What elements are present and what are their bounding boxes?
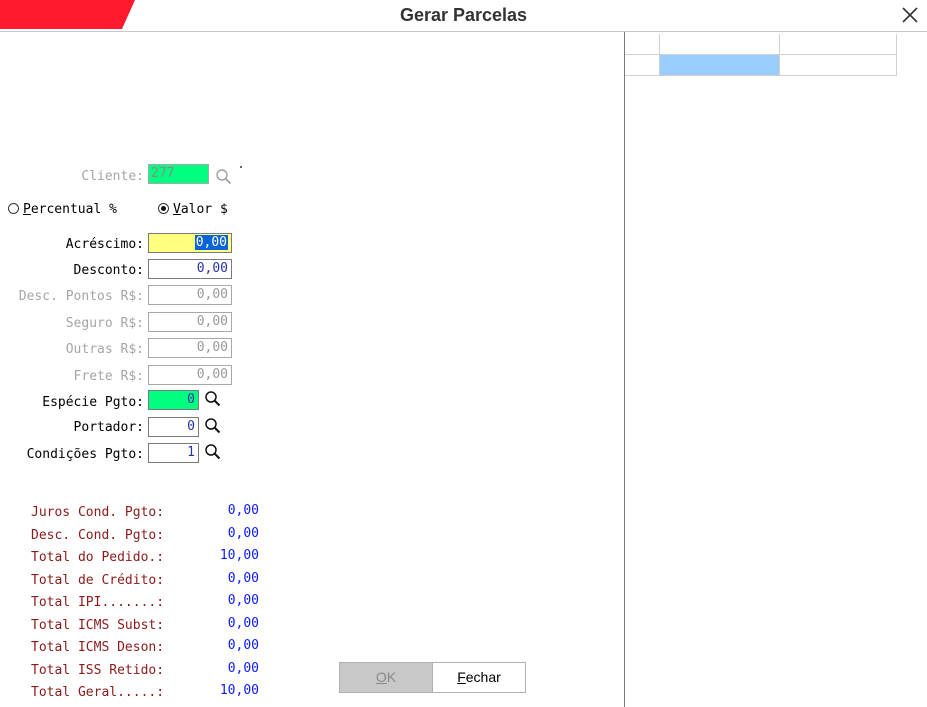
ok-hotkey: O <box>375 669 387 685</box>
grid-header-cell <box>660 34 780 55</box>
acrescimo-label: Acréscimo: <box>65 237 144 252</box>
radio-percentual-hotkey: P <box>23 202 31 217</box>
desconto-input[interactable]: 0,00 <box>148 259 232 279</box>
summary-value: 0,00 <box>227 526 259 541</box>
fechar-hotkey: F <box>457 669 466 685</box>
fechar-button[interactable]: Fechar <box>432 662 526 693</box>
grid-selected-cell[interactable] <box>660 55 780 76</box>
radio-percentual-label: ercentual % <box>30 202 117 217</box>
cliente-field: 277 <box>148 164 209 184</box>
search-icon <box>216 169 232 185</box>
search-icon[interactable] <box>204 443 222 461</box>
grid-header-cell <box>625 34 660 55</box>
ok-button[interactable]: OK <box>339 662 433 693</box>
summary-label: Total do Pedido.: <box>31 550 165 565</box>
ok-label: K <box>386 669 397 685</box>
search-icon[interactable] <box>204 390 222 408</box>
acrescimo-input[interactable]: 0,00 <box>148 233 232 253</box>
especie-label: Espécie Pgto: <box>42 395 144 410</box>
summary-value: 0,00 <box>227 503 259 518</box>
especie-input[interactable]: 0 <box>148 390 199 410</box>
acrescimo-value: 0,00 <box>194 235 228 250</box>
desconto-label: Desconto: <box>73 263 144 278</box>
grid-row-indicator <box>625 55 660 76</box>
close-icon[interactable] <box>895 2 925 29</box>
summary-value: 10,00 <box>219 548 259 563</box>
summary-label: Juros Cond. Pgto: <box>31 505 165 520</box>
summary-label: Total ICMS Deson: <box>31 640 165 655</box>
title-bar: Gerar Parcelas <box>0 0 927 32</box>
summary-label: Total Geral.....: <box>31 685 165 700</box>
window-title: Gerar Parcelas <box>399 5 528 25</box>
summary-value: 10,00 <box>219 683 259 698</box>
radio-circle-checked-icon <box>158 203 169 214</box>
cliente-label: Cliente: <box>81 169 144 184</box>
grid-header-cell <box>780 34 897 55</box>
summary-value: 0,00 <box>227 593 259 608</box>
outras-label: Outras R$: <box>65 342 144 357</box>
summary-value: 0,00 <box>227 638 259 653</box>
summary-label: Total IPI.......: <box>31 595 165 610</box>
portador-input[interactable]: 0 <box>148 417 199 437</box>
frete-label: Frete R$: <box>73 369 144 384</box>
seguro-label: Seguro R$: <box>65 316 144 331</box>
installments-grid[interactable] <box>624 32 927 707</box>
search-icon[interactable] <box>204 417 222 435</box>
radio-percentual[interactable]: Percentual % <box>8 202 117 217</box>
frete-input: 0,00 <box>148 365 232 385</box>
summary-label: Total ICMS Subst: <box>31 618 165 633</box>
dot-marker <box>240 166 242 168</box>
summary-value: 0,00 <box>227 661 259 676</box>
grid-cell[interactable] <box>780 55 897 76</box>
summary-label: Total ISS Retido: <box>31 663 165 678</box>
radio-valor-label: alor $ <box>180 202 228 217</box>
condicoes-label: Condições Pgto: <box>26 447 144 462</box>
summary-value: 0,00 <box>227 616 259 631</box>
condicoes-input[interactable]: 1 <box>148 443 199 463</box>
summary-label: Desc. Cond. Pgto: <box>31 528 165 543</box>
desc-pontos-label: Desc. Pontos R$: <box>18 289 144 304</box>
summary-label: Total de Crédito: <box>31 573 165 588</box>
radio-valor[interactable]: Valor $ <box>158 202 228 217</box>
summary-value: 0,00 <box>227 571 259 586</box>
desc-pontos-input: 0,00 <box>148 285 232 305</box>
fechar-label: echar <box>465 669 501 685</box>
radio-valor-hotkey: V <box>173 202 181 217</box>
seguro-input: 0,00 <box>148 312 232 332</box>
portador-label: Portador: <box>73 420 144 435</box>
radio-circle-icon <box>8 203 19 214</box>
outras-input: 0,00 <box>148 338 232 358</box>
